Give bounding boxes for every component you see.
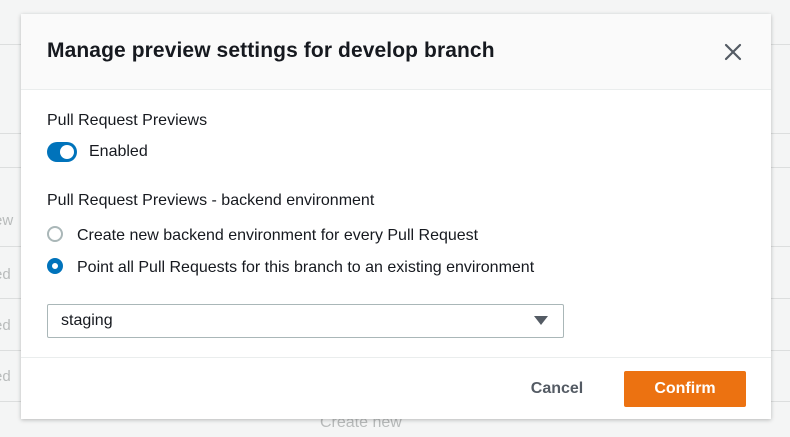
- radio-label: Create new backend environment for every…: [77, 227, 479, 244]
- modal-title: Manage preview settings for develop bran…: [47, 39, 495, 62]
- environment-select-value: staging: [61, 312, 113, 329]
- preview-settings-modal: Manage preview settings for develop bran…: [21, 14, 771, 419]
- radio-button-selected[interactable]: [47, 258, 63, 274]
- caret-down-icon: [534, 316, 548, 325]
- close-icon: [724, 43, 742, 61]
- radio-label: Point all Pull Requests for this branch …: [77, 259, 535, 276]
- confirm-button[interactable]: Confirm: [624, 371, 746, 407]
- environment-select[interactable]: staging: [47, 304, 564, 338]
- toggle-label: Enabled: [89, 143, 148, 160]
- background-row-text: ed: [0, 368, 11, 385]
- background-row-text: ed: [0, 266, 11, 283]
- toggle-knob: [60, 145, 74, 159]
- modal-header: Manage preview settings for develop bran…: [21, 14, 771, 90]
- cancel-button[interactable]: Cancel: [511, 371, 603, 407]
- background-row-text: ed: [0, 317, 11, 334]
- close-button[interactable]: [719, 38, 747, 66]
- pr-previews-label: Pull Request Previews: [47, 112, 208, 129]
- footer-divider: [21, 357, 771, 358]
- pr-previews-toggle[interactable]: [47, 142, 77, 162]
- radio-button-unselected[interactable]: [47, 226, 63, 242]
- backend-environment-label: Pull Request Previews - backend environm…: [47, 192, 375, 209]
- background-row-text: ew: [0, 212, 14, 229]
